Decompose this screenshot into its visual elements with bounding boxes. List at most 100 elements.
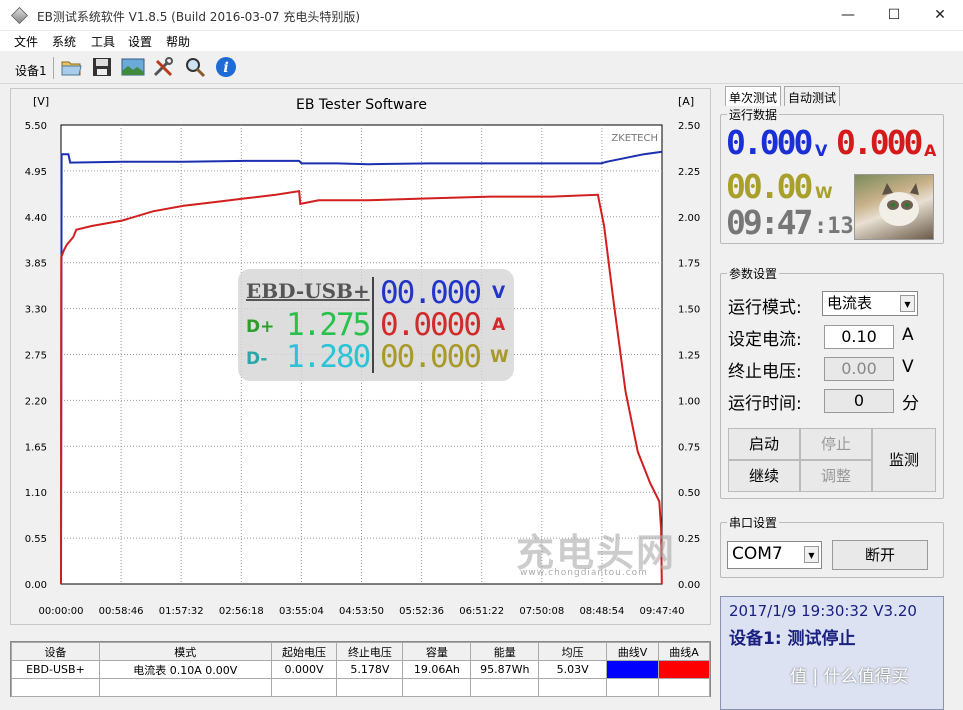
x-tick: 08:48:54: [579, 606, 624, 617]
overlay-model: EBD-USB+: [246, 279, 370, 303]
overlay-current-unit: A: [492, 315, 506, 335]
status-message: 设备1: 测试停止: [729, 629, 856, 649]
image-icon[interactable]: [120, 55, 145, 79]
end-voltage-unit: V: [902, 357, 914, 377]
cell-curve-v-color[interactable]: [606, 660, 659, 679]
save-icon[interactable]: [89, 55, 114, 79]
run-time-unit: 分: [902, 394, 919, 414]
menu-settings[interactable]: 设置: [128, 33, 152, 50]
com-port-select[interactable]: COM7 ▼: [727, 541, 822, 569]
maximize-icon[interactable]: ☐: [871, 0, 917, 31]
menu-tools[interactable]: 工具: [91, 33, 115, 50]
y-left-tick: 3.85: [25, 259, 47, 270]
menu-system[interactable]: 系统: [52, 33, 76, 50]
status-datetime: 2017/1/9 19:30:32 V3.20: [729, 602, 917, 620]
disconnect-button[interactable]: 断开: [832, 540, 928, 570]
y-left-tick: 3.30: [25, 305, 47, 316]
run-time-input[interactable]: 0: [824, 389, 894, 413]
menu-help[interactable]: 帮助: [166, 33, 190, 50]
col-energy: 能量: [470, 642, 540, 661]
end-voltage-input[interactable]: 0.00: [824, 357, 894, 381]
chart-title: EB Tester Software: [296, 97, 427, 113]
com-port-value: COM7: [732, 544, 783, 564]
start-button[interactable]: 启动: [728, 428, 800, 460]
x-tick: 05:52:36: [399, 606, 444, 617]
set-current-input[interactable]: 0.10: [824, 325, 894, 349]
stop-button[interactable]: 停止: [800, 428, 872, 460]
monitor-button[interactable]: 监测: [872, 428, 936, 492]
power-readout: 00.00: [726, 167, 813, 206]
cell-start-v: 0.000V: [270, 660, 338, 679]
open-folder-icon[interactable]: [58, 55, 83, 79]
toolbar-separator: [53, 57, 54, 79]
set-current-label: 设定电流:: [728, 330, 802, 350]
y-right-tick: 0.25: [678, 534, 700, 545]
serial-label: 串口设置: [727, 514, 780, 531]
title-bar: EB测试系统软件 V1.8.5 (Build 2016-03-07 充电头特别版…: [0, 0, 963, 31]
device-tab[interactable]: 设备1: [15, 62, 47, 79]
right-panel: 单次测试 自动测试 运行数据 0.000 V 0.000 A 00.00 W 0…: [716, 84, 963, 710]
y-left-tick: 1.10: [25, 488, 47, 499]
result-table: 设备 模式 起始电压 终止电压 容量 能量 均压 曲线V 曲线A EBD-USB…: [10, 641, 711, 697]
col-start-v: 起始电压: [270, 642, 338, 661]
cell-curve-a-color[interactable]: [657, 660, 711, 679]
y-left-tick: 1.65: [25, 442, 47, 453]
y-right-tick: 1.25: [678, 351, 700, 362]
cell-energy: 95.87Wh: [470, 660, 540, 679]
y-left-tick: 5.50: [25, 121, 47, 132]
dminus-label: D-: [246, 349, 268, 369]
y-right-tick: 1.00: [678, 396, 700, 407]
menu-bar: 文件 系统 工具 设置 帮助: [0, 31, 963, 51]
end-voltage-label: 终止电压:: [728, 362, 802, 382]
voltage-unit: V: [815, 141, 828, 160]
close-icon[interactable]: ✕: [917, 0, 963, 31]
col-device: 设备: [11, 642, 100, 661]
info-icon[interactable]: i: [213, 55, 238, 79]
overlay-voltage: 00.000: [380, 275, 482, 311]
cell-end-v: 5.178V: [336, 660, 404, 679]
corner-logo: 值 | 什么值得买: [790, 667, 909, 687]
y-left-tick: 4.95: [25, 167, 47, 178]
table-row[interactable]: EBD-USB+ 电流表 0.10A 0.00V 0.000V 5.178V 1…: [11, 660, 711, 679]
search-icon[interactable]: [182, 55, 207, 79]
overlay-voltage-unit: V: [492, 283, 506, 303]
time-seconds: :13: [814, 214, 854, 239]
time-readout: 09:47: [726, 203, 813, 242]
x-tick: 00:00:00: [39, 606, 84, 617]
mode-label: 运行模式:: [728, 298, 802, 318]
adjust-button[interactable]: 调整: [800, 460, 872, 492]
mode-select-value: 电流表: [827, 294, 873, 312]
minimize-icon[interactable]: —: [825, 0, 871, 31]
continue-button[interactable]: 继续: [728, 460, 800, 492]
set-current-unit: A: [902, 325, 914, 345]
tools-icon[interactable]: [151, 55, 176, 79]
mode-select[interactable]: 电流表 ▼: [822, 291, 918, 316]
tab-auto-test[interactable]: 自动测试: [784, 86, 841, 106]
x-tick: 07:50:08: [519, 606, 564, 617]
cell-avg-v: 5.03V: [538, 660, 608, 679]
chevron-down-icon[interactable]: ▼: [804, 546, 819, 563]
app-icon: [11, 7, 28, 24]
y-right-label: [A]: [678, 95, 694, 108]
cell-mode: 电流表 0.10A 0.00V: [98, 660, 272, 679]
y-left-label: [V]: [33, 95, 49, 108]
overlay-current: 0.0000: [380, 307, 482, 343]
x-tick: 02:56:18: [219, 606, 264, 617]
x-tick: 03:55:04: [279, 606, 324, 617]
tab-single-test[interactable]: 单次测试: [725, 86, 782, 106]
x-tick: 04:53:50: [339, 606, 384, 617]
watermark-url: www.chongdiantou.com: [520, 568, 648, 578]
y-left-tick: 0.00: [25, 580, 47, 591]
dminus-value: 1.280: [286, 339, 371, 375]
cat-photo: [854, 174, 934, 240]
overlay-divider: [372, 277, 374, 373]
y-right-tick: 0.00: [678, 580, 700, 591]
y-left-tick: 0.55: [25, 534, 47, 545]
chevron-down-icon[interactable]: ▼: [900, 295, 915, 312]
y-right-tick: 2.25: [678, 167, 700, 178]
voltage-readout: 0.000: [726, 123, 813, 162]
menu-file[interactable]: 文件: [14, 33, 38, 50]
y-left-tick: 2.20: [25, 396, 47, 407]
power-unit: W: [815, 183, 833, 202]
col-avg-v: 均压: [538, 642, 608, 661]
